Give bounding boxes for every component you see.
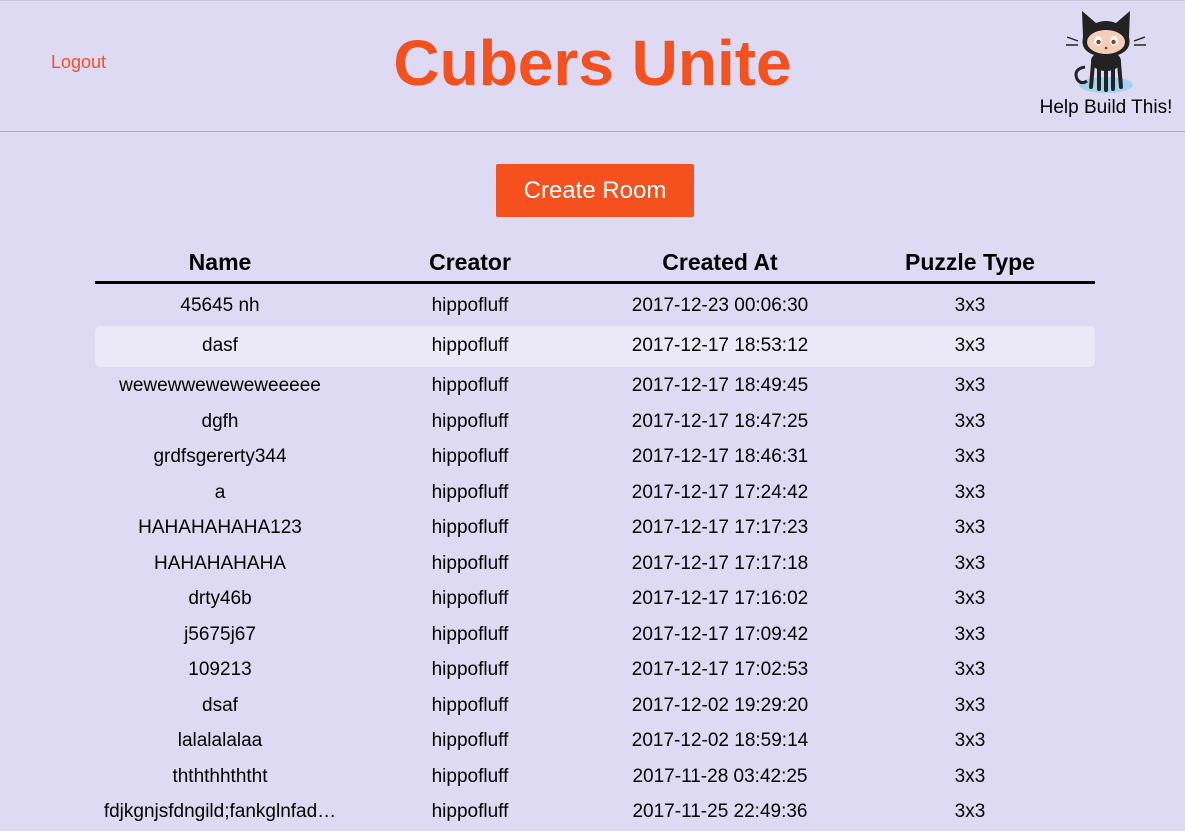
- table-row[interactable]: grdfsgererty344 hippofluff 2017-12-17 18:4…: [95, 440, 1095, 476]
- room-puzzle-type-cell: 3x3: [954, 801, 986, 823]
- table-header: Name Creator Created At Puzzle Type: [95, 244, 1095, 284]
- room-puzzle-type-cell: 3x3: [954, 623, 986, 645]
- room-puzzle-type-cell: 3x3: [954, 481, 986, 503]
- room-created-at-cell: 2017-11-28 03:42:25: [632, 765, 808, 787]
- room-puzzle-type-cell: 3x3: [954, 765, 986, 787]
- table-row[interactable]: j5675j67 hippofluff 2017-12-17 17:09:42 3x3: [95, 617, 1095, 653]
- column-header-puzzle-type: Puzzle Type: [905, 249, 1035, 275]
- room-created-at-cell: 2017-12-17 17:16:02: [631, 588, 809, 610]
- room-puzzle-type-cell: 3x3: [954, 410, 986, 432]
- room-created-at-cell: 2017-12-17 17:17:18: [631, 552, 809, 574]
- room-name-cell: fdjkgnjsfdngild;fankglnfad…: [103, 801, 337, 823]
- help-build-label[interactable]: Help Build This!: [1035, 97, 1177, 119]
- column-header-name: Name: [188, 249, 252, 275]
- room-created-at-cell: 2017-12-23 00:06:30: [631, 294, 809, 316]
- room-creator-cell: hippofluff: [431, 623, 509, 645]
- room-created-at-cell: 2017-12-17 17:09:42: [631, 623, 809, 645]
- room-created-at-cell: 2017-12-02 18:59:14: [631, 730, 809, 752]
- table-row[interactable]: HAHAHAHAHA hippofluff 2017-12-17 17:17:18 3…: [95, 546, 1095, 582]
- table-row[interactable]: dsaf hippofluff 2017-12-02 19:29:20 3x3: [95, 688, 1095, 724]
- room-name-cell: wewewwewewewee­eee: [119, 375, 321, 397]
- room-name-cell: thththhththt: [172, 765, 268, 787]
- room-creator-cell: hippofluff: [431, 446, 509, 468]
- room-name-cell: lalalalalaa: [177, 730, 263, 752]
- room-creator-cell: hippofluff: [431, 730, 509, 752]
- room-creator-cell: hippofluff: [431, 517, 509, 539]
- room-created-at-cell: 2017-12-17 18:46:31: [631, 446, 809, 468]
- table-row[interactable]: fdjkgnjsfdngild;fankglnfad… hippofluff 201…: [95, 795, 1095, 831]
- room-created-at-cell: 2017-12-17 18:53:12: [631, 335, 809, 356]
- room-creator-cell: hippofluff: [431, 694, 509, 716]
- column-header-created-at: Created At: [662, 249, 778, 275]
- table-row[interactable]: lalalalalaa hippofluff 2017-12-02 18:59:14…: [95, 724, 1095, 760]
- page: Logout Cubers Unite Help Build This! Cre…: [0, 0, 1185, 831]
- room-creator-cell: hippofluff: [431, 335, 509, 356]
- table-row[interactable]: HAHAHAHAHA123 hippofluff 2017-12-17 17:17:…: [95, 511, 1095, 547]
- room-puzzle-type-cell: 3x3: [954, 552, 986, 574]
- room-created-at-cell: 2017-12-17 18:47:25: [631, 410, 809, 432]
- room-creator-cell: hippofluff: [431, 765, 509, 787]
- room-creator-cell: hippofluff: [431, 375, 509, 397]
- table-row[interactable]: a hippofluff 2017-12-17 17:24:42 3x3: [95, 475, 1095, 511]
- octocat-icon: [1066, 11, 1146, 93]
- room-puzzle-type-cell: 3x3: [954, 294, 986, 316]
- header: Logout Cubers Unite Help Build This!: [0, 0, 1185, 132]
- room-created-at-cell: 2017-12-02 19:29:20: [631, 694, 809, 716]
- room-puzzle-type-cell: 3x3: [954, 730, 986, 752]
- room-creator-cell: hippofluff: [431, 294, 509, 316]
- room-creator-cell: hippofluff: [431, 481, 509, 503]
- room-puzzle-type-cell: 3x3: [954, 517, 986, 539]
- room-creator-cell: hippofluff: [431, 659, 509, 681]
- room-puzzle-type-cell: 3x3: [954, 446, 986, 468]
- table-body: 45645 nh hippofluff 2017-12-23 00:06:30 3x3…: [95, 288, 1095, 830]
- room-created-at-cell: 2017-12-17 17:02:53: [631, 659, 809, 681]
- room-creator-cell: hippofluff: [431, 410, 509, 432]
- room-name-cell: drty46b: [188, 588, 252, 610]
- room-created-at-cell: 2017-12-17 17:17:23: [631, 517, 809, 539]
- room-created-at-cell: 2017-12-17 17:24:42: [631, 481, 809, 503]
- table-row[interactable]: 45645 nh hippofluff 2017-12-23 00:06:30 3x3: [95, 288, 1095, 324]
- table-row[interactable]: dgfh hippofluff 2017-12-17 18:47:25 3x3: [95, 404, 1095, 440]
- rooms-table: Name Creator Created At Puzzle Type 4564…: [95, 244, 1095, 830]
- room-name-cell: a: [214, 481, 226, 503]
- room-puzzle-type-cell: 3x3: [954, 335, 986, 356]
- table-row[interactable]: wewewwewewewee­eee hippofluff 2017-12-17 1…: [95, 369, 1095, 405]
- room-name-cell: j5675j67: [184, 623, 256, 645]
- room-name-cell: dgfh: [201, 410, 239, 432]
- help-build-link[interactable]: Help Build This!: [1035, 7, 1177, 119]
- table-row[interactable]: thththhththt hippofluff 2017-11-28 03:42:2…: [95, 759, 1095, 795]
- room-created-at-cell: 2017-11-25 22:49:36: [632, 801, 808, 823]
- room-created-at-cell: 2017-12-17 18:49:45: [631, 375, 809, 397]
- room-puzzle-type-cell: 3x3: [954, 694, 986, 716]
- room-name-cell: 45645 nh: [180, 294, 260, 316]
- room-name-cell: HAHAHAHAHA123: [138, 517, 302, 539]
- room-name-cell: HAHAHAHAHA: [154, 552, 286, 574]
- site-title: Cubers Unite: [393, 27, 792, 99]
- room-creator-cell: hippofluff: [431, 588, 509, 610]
- room-name-cell: dasf: [202, 335, 238, 356]
- create-room-button[interactable]: Create Room: [496, 164, 694, 217]
- table-row[interactable]: 109213 hippofluff 2017-12-17 17:02:53 3x3: [95, 653, 1095, 689]
- room-creator-cell: hippofluff: [431, 552, 509, 574]
- table-row[interactable]: dasf hippofluff 2017-12-17 18:53:12 3x3: [95, 325, 1095, 367]
- column-header-creator: Creator: [429, 249, 511, 275]
- room-puzzle-type-cell: 3x3: [954, 588, 986, 610]
- room-creator-cell: hippofluff: [431, 801, 509, 823]
- room-name-cell: 109213: [188, 659, 252, 681]
- room-name-cell: grdfsgererty344: [153, 446, 287, 468]
- room-name-cell: dsaf: [202, 694, 238, 716]
- room-puzzle-type-cell: 3x3: [954, 375, 986, 397]
- table-row[interactable]: drty46b hippofluff 2017-12-17 17:16:02 3x3: [95, 582, 1095, 618]
- room-puzzle-type-cell: 3x3: [954, 659, 986, 681]
